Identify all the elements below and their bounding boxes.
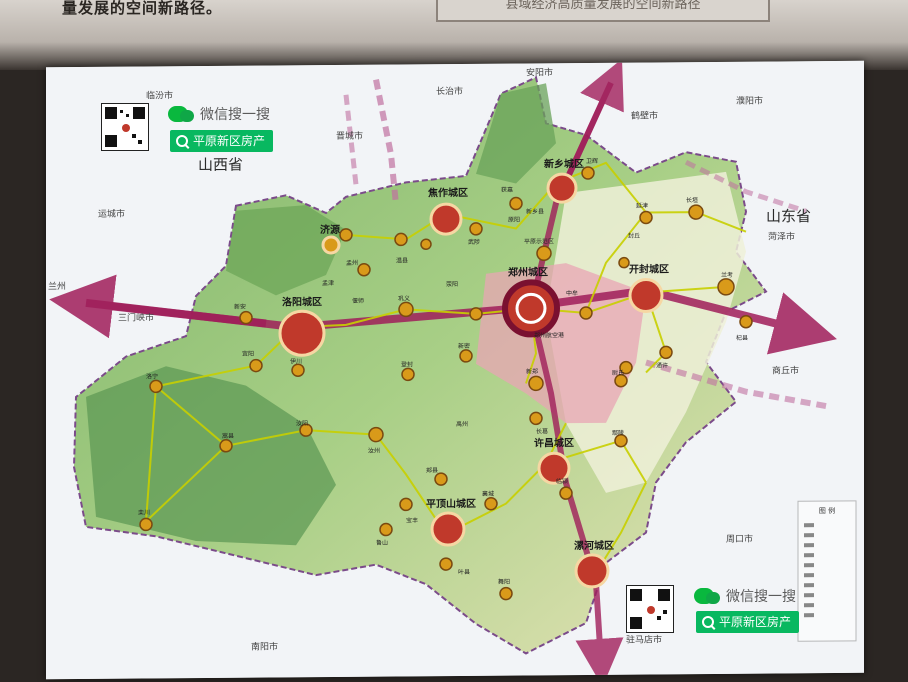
label-yexian: 叶县 bbox=[458, 568, 470, 576]
city-shangqiu: 商丘市 bbox=[772, 364, 799, 376]
search-pill-text: 平原新区房产 bbox=[193, 134, 266, 148]
wechat-icon bbox=[694, 588, 720, 604]
city-nanyang: 南阳市 bbox=[251, 640, 278, 652]
photo-frame: 量发展的空间新路径。 县域经济高质量发展的空间新路径 图 例 山西省 山东省 临… bbox=[0, 0, 908, 682]
search-pill-bottom[interactable]: 平原新区房产 bbox=[696, 611, 800, 633]
qr-code-top bbox=[101, 103, 149, 151]
label-xinmi: 新密 bbox=[458, 342, 470, 350]
city-anyang: 安阳市 bbox=[526, 66, 553, 78]
wechat-search-text: 微信搜一搜 bbox=[726, 589, 796, 605]
label-baofeng: 宝丰 bbox=[406, 516, 418, 524]
province-shandong: 山东省 bbox=[766, 207, 811, 225]
wechat-icon bbox=[168, 106, 194, 122]
city-changzhi: 长治市 bbox=[436, 85, 463, 97]
city-puyang: 濮阳市 bbox=[736, 95, 763, 107]
label-xiangcheng: 襄城 bbox=[482, 490, 494, 498]
label-pingyuan: 平原示范区 bbox=[524, 237, 554, 245]
city-yuncheng: 运城市 bbox=[98, 208, 125, 220]
luohe-marker bbox=[574, 553, 610, 589]
label-changyuan: 长垣 bbox=[686, 196, 698, 204]
label-xinzheng: 新郑 bbox=[526, 367, 538, 375]
label-fengqiu: 封丘 bbox=[628, 232, 640, 240]
wechat-search-label-top: 微信搜一搜 bbox=[168, 104, 270, 124]
legend: 图 例 bbox=[797, 500, 857, 642]
luoyang-marker bbox=[278, 309, 326, 357]
label-jiyuan: 济源 bbox=[320, 223, 340, 236]
label-xinan: 新安 bbox=[234, 303, 246, 311]
qr-code-bottom bbox=[626, 585, 674, 633]
label-jiaozuo: 焦作城区 bbox=[427, 186, 468, 199]
label-ruzhou: 汝州 bbox=[368, 447, 380, 455]
wechat-search-text: 微信搜一搜 bbox=[200, 107, 270, 123]
jiaozuo-marker bbox=[429, 202, 463, 236]
city-sanmenxia: 三门峡市 bbox=[118, 311, 154, 323]
label-lushan: 鲁山 bbox=[376, 539, 388, 547]
label-kaifeng: 开封城区 bbox=[629, 262, 669, 275]
label-luanchuan: 栾川 bbox=[138, 508, 150, 516]
label-dengfeng: 登封 bbox=[401, 360, 413, 368]
label-yiyang: 宜阳 bbox=[242, 350, 254, 358]
label-wuzhi: 武陟 bbox=[468, 238, 480, 246]
label-tongxu: 通许 bbox=[656, 361, 668, 369]
label-weihui: 卫辉 bbox=[586, 157, 598, 165]
label-ruyang: 汝阳 bbox=[296, 419, 308, 427]
label-wuyang: 舞阳 bbox=[498, 578, 510, 586]
zhengzhou-marker bbox=[502, 279, 560, 338]
label-xuchang: 许昌城区 bbox=[534, 436, 574, 449]
label-zhongmu: 中牟 bbox=[566, 289, 578, 297]
label-yanshi: 偃师 bbox=[352, 297, 364, 305]
label-zhengzhou: 郑州城区 bbox=[508, 265, 548, 278]
label-wenxian: 温县 bbox=[396, 256, 408, 264]
label-changge: 长葛 bbox=[536, 427, 548, 435]
label-yanjin: 延津 bbox=[636, 201, 648, 209]
label-lankao: 兰考 bbox=[721, 271, 733, 279]
city-zhumadian: 驻马店市 bbox=[626, 633, 662, 645]
label-luoning: 洛宁 bbox=[146, 372, 158, 380]
label-linying: 临颍 bbox=[556, 477, 568, 485]
label-yichuan: 伊川 bbox=[290, 357, 302, 365]
pingdingshan-marker bbox=[430, 511, 466, 547]
wechat-search-label-bottom: 微信搜一搜 bbox=[694, 586, 796, 606]
city-linfen: 临汾市 bbox=[146, 89, 173, 101]
kaifeng-marker bbox=[628, 277, 664, 314]
label-weishi: 尉氏 bbox=[612, 369, 624, 377]
xinxiang-marker bbox=[546, 172, 578, 204]
wall-caption: 量发展的空间新路径。 bbox=[62, 0, 223, 17]
search-pill-text: 平原新区房产 bbox=[719, 615, 792, 629]
label-mengjin: 孟津 bbox=[322, 279, 334, 287]
label-mengzhou: 孟州 bbox=[346, 259, 358, 267]
city-hebi: 鹤壁市 bbox=[631, 109, 658, 121]
search-icon bbox=[176, 135, 188, 147]
label-luoyang: 洛阳城区 bbox=[282, 295, 322, 308]
label-xingyang: 荥阳 bbox=[446, 280, 458, 288]
label-huojia: 获嘉 bbox=[501, 186, 513, 194]
label-jiaxian: 郏县 bbox=[426, 466, 438, 474]
label-yuanyang: 原阳 bbox=[508, 215, 520, 223]
label-yuzhou: 禹州 bbox=[456, 420, 468, 428]
legend-title: 图 例 bbox=[819, 506, 835, 515]
label-xinxiang: 新乡城区 bbox=[544, 157, 584, 170]
city-lanzhou: 兰州 bbox=[48, 280, 66, 292]
city-heze: 菏泽市 bbox=[768, 230, 795, 242]
label-xinxiangxian: 新乡县 bbox=[526, 207, 544, 215]
wall-banner: 县域经济高质量发展的空间新路径 bbox=[436, 0, 770, 22]
province-shanxi: 山西省 bbox=[198, 156, 243, 174]
label-songxian: 嵩县 bbox=[222, 432, 234, 440]
label-gongyi: 巩义 bbox=[398, 295, 410, 302]
label-yanling: 鄢陵 bbox=[612, 429, 624, 437]
city-zhoukou: 周口市 bbox=[726, 533, 753, 545]
jiyuan-marker bbox=[321, 235, 341, 255]
label-qixian: 杞县 bbox=[736, 334, 748, 342]
search-icon bbox=[702, 616, 714, 628]
exhibition-wall: 量发展的空间新路径。 县域经济高质量发展的空间新路径 bbox=[0, 0, 908, 70]
search-pill-top[interactable]: 平原新区房产 bbox=[170, 130, 274, 152]
label-luohe: 漯河城区 bbox=[574, 539, 614, 552]
label-airport: 郑州航空港 bbox=[534, 331, 564, 339]
city-jincheng: 晋城市 bbox=[336, 130, 363, 142]
label-pingdingshan: 平顶山城区 bbox=[426, 497, 476, 510]
